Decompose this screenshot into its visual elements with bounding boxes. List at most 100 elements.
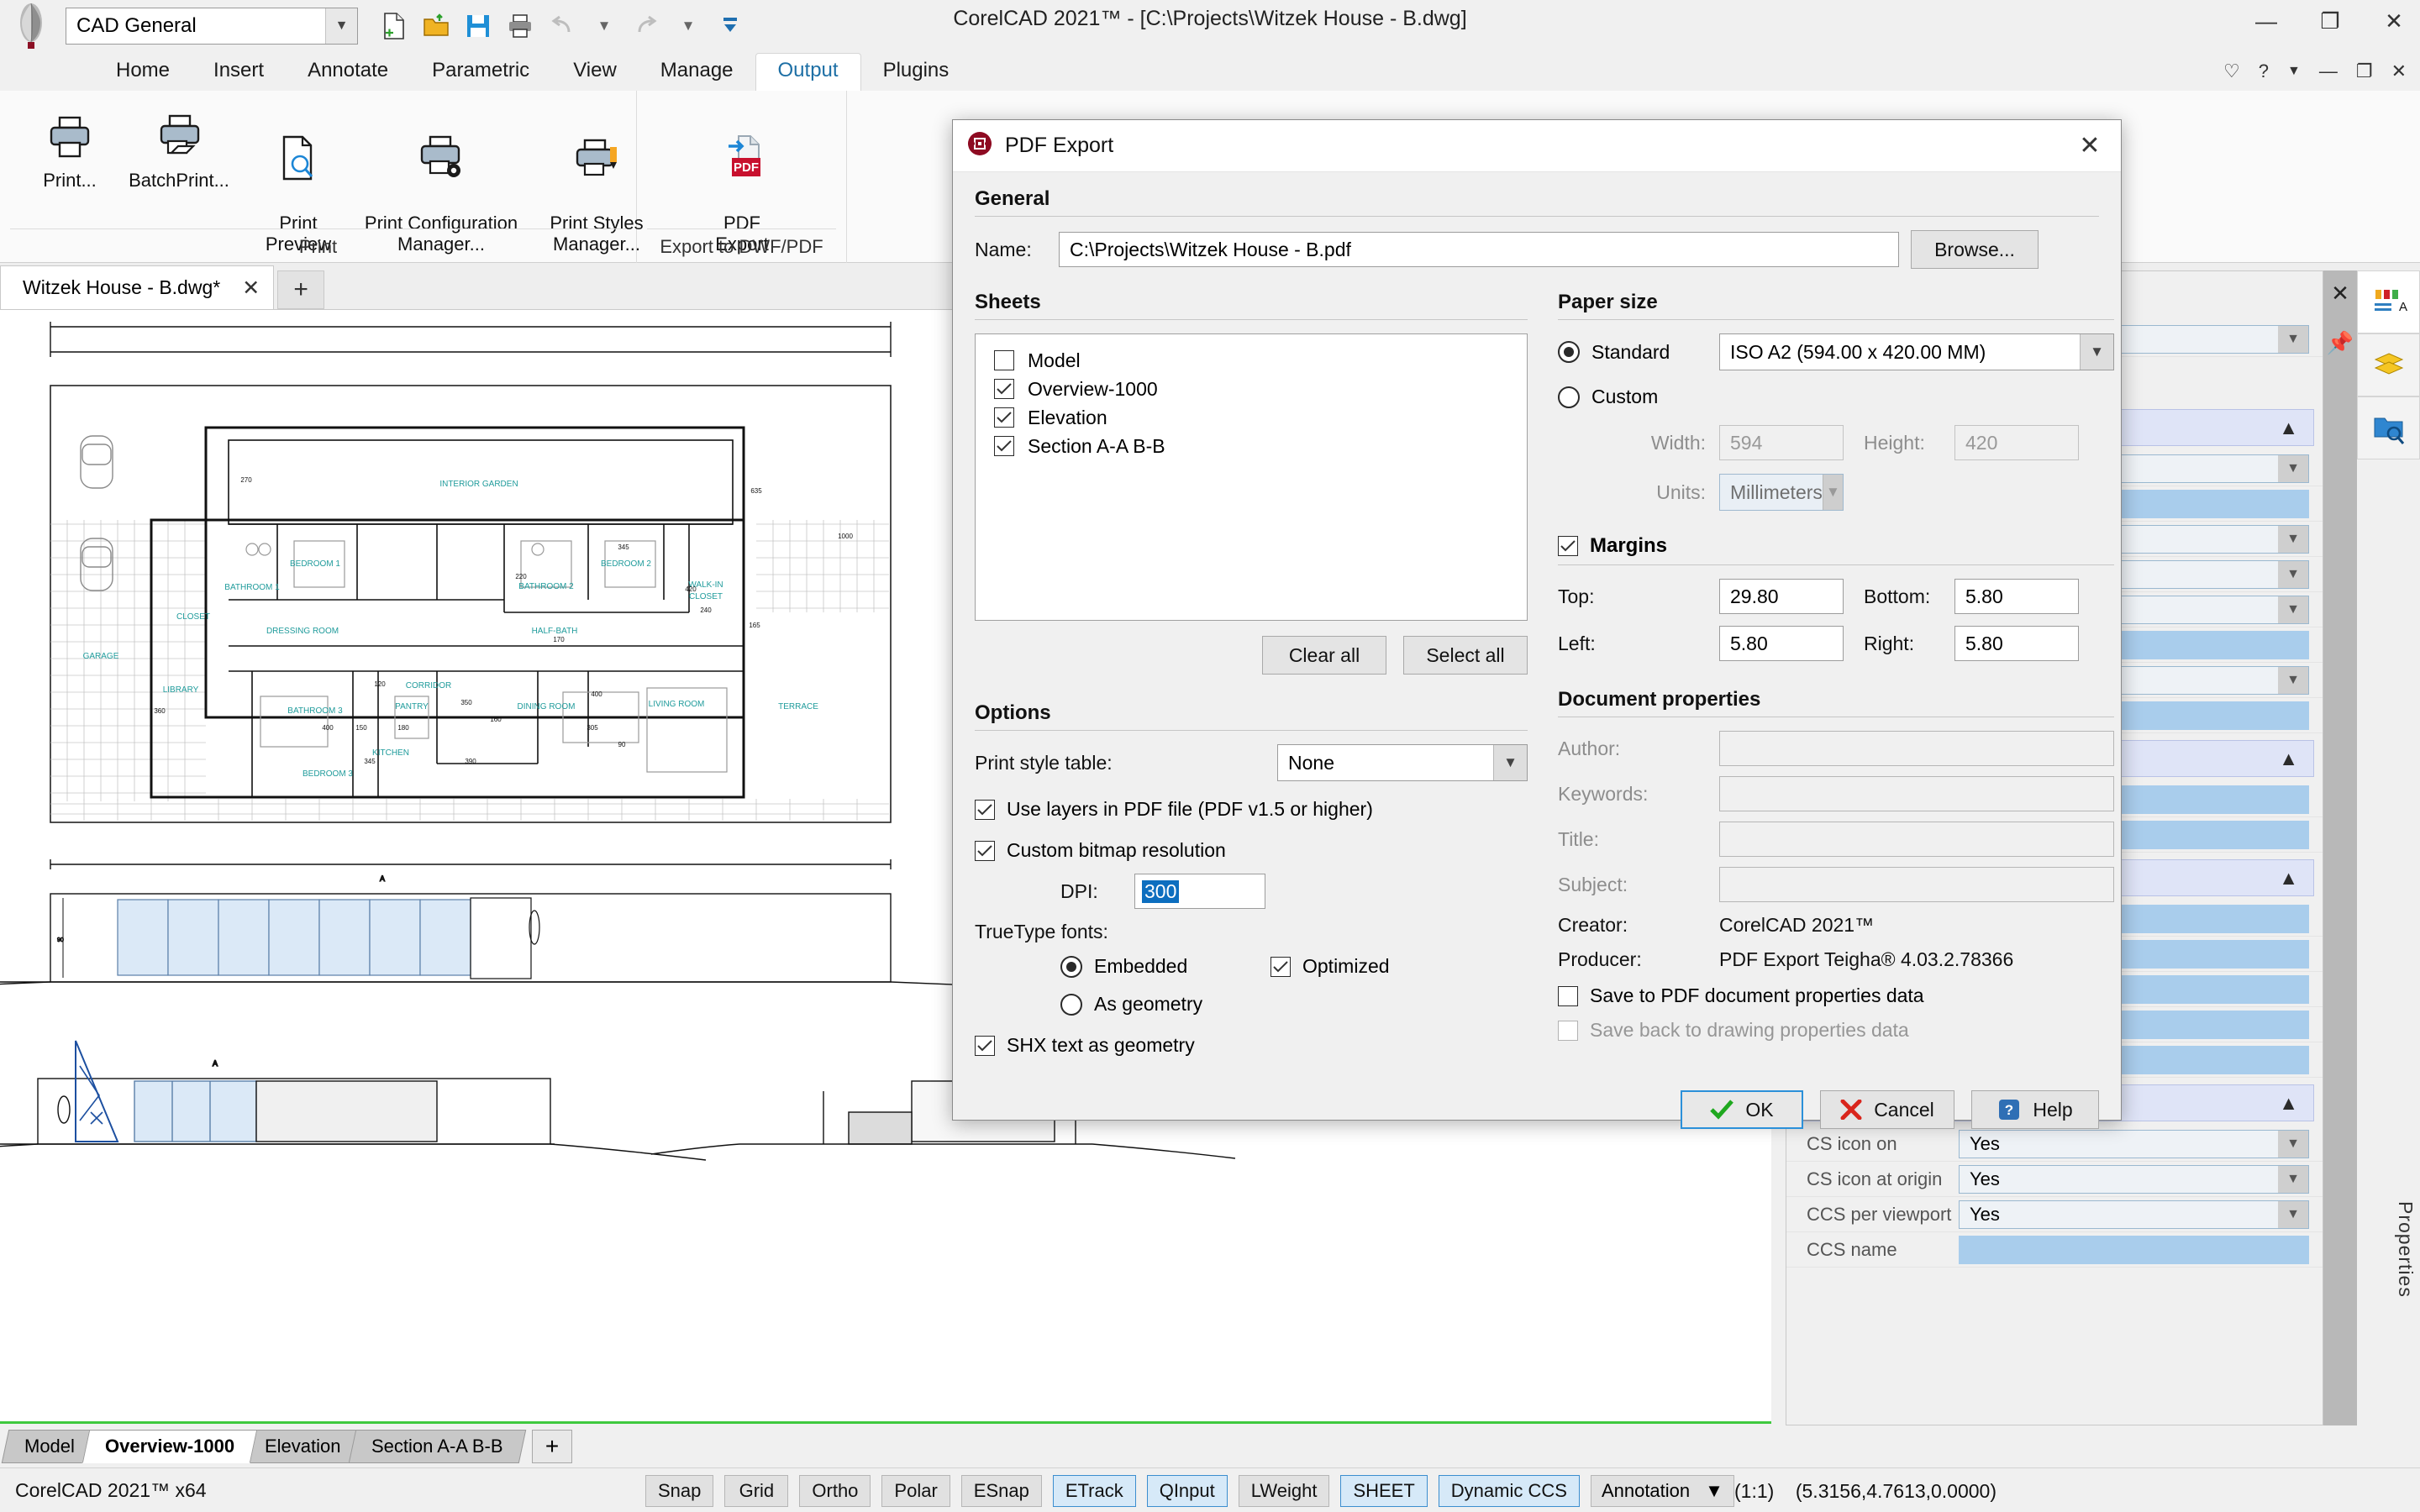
property-row-cs-icon-on[interactable]: CS icon on Yes ▼ xyxy=(1786,1126,2323,1162)
property-row-cs-icon-origin[interactable]: CS icon at origin Yes ▼ xyxy=(1786,1162,2323,1197)
chevron-down-icon[interactable]: ▼ xyxy=(2080,334,2113,370)
checkbox-margins[interactable] xyxy=(1558,536,1578,556)
checkbox-optimized[interactable] xyxy=(1270,956,1291,977)
custom-bitmap-checkbox-row[interactable]: Custom bitmap resolution xyxy=(975,839,1528,862)
collapse-icon[interactable]: ▲ xyxy=(2279,748,2298,770)
chevron-down-icon[interactable]: ▼ xyxy=(2278,1130,2308,1158)
tab-plugins[interactable]: Plugins xyxy=(861,54,971,91)
print-icon[interactable] xyxy=(506,12,534,40)
add-sheet-button[interactable]: + xyxy=(532,1430,573,1463)
checkbox-model[interactable] xyxy=(994,350,1014,370)
close-icon[interactable]: ✕ xyxy=(242,276,260,301)
close-document-button[interactable]: ✕ xyxy=(2391,60,2407,82)
open-folder-icon[interactable] xyxy=(422,12,450,40)
use-layers-checkbox-row[interactable]: Use layers in PDF file (PDF v1.5 or high… xyxy=(975,798,1528,821)
right-margin-input[interactable]: 5.80 xyxy=(1954,626,2079,661)
customize-qat-icon[interactable] xyxy=(716,12,744,40)
property-value[interactable]: Yes ▼ xyxy=(1959,1200,2309,1229)
batch-print-button[interactable]: BatchPrint... xyxy=(116,109,242,191)
checkbox-save-to-pdf[interactable] xyxy=(1558,985,1578,1006)
chevron-down-icon[interactable]: ▼ xyxy=(2278,596,2308,623)
browse-button[interactable]: Browse... xyxy=(1911,230,2039,269)
sheet-list-item-model[interactable]: Model xyxy=(976,346,1527,375)
collapse-icon[interactable]: ▲ xyxy=(2279,417,2298,439)
new-document-button[interactable]: + xyxy=(277,270,325,309)
tab-output[interactable]: Output xyxy=(755,53,861,91)
toggle-esnap[interactable]: ESnap xyxy=(960,1475,1042,1507)
redo-icon[interactable] xyxy=(632,12,660,40)
redo-dropdown-icon[interactable]: ▼ xyxy=(674,12,702,40)
chevron-down-icon[interactable]: ▼ xyxy=(1493,745,1527,780)
workspace-combo[interactable]: CAD General ▼ xyxy=(66,8,358,45)
select-all-button[interactable]: Select all xyxy=(1403,636,1528,675)
sheet-tab-overview-1000[interactable]: Overview-1000 xyxy=(82,1430,258,1463)
toggle-dynamic-ccs[interactable]: Dynamic CCS xyxy=(1438,1475,1580,1507)
checkbox-overview-1000[interactable] xyxy=(994,379,1014,399)
radio-standard-row[interactable]: Standard xyxy=(1558,341,1719,364)
sheet-list-item-overview[interactable]: Overview-1000 xyxy=(976,375,1527,403)
radio-embedded[interactable] xyxy=(1060,955,1082,978)
toggle-sheet[interactable]: SHEET xyxy=(1340,1475,1428,1507)
clear-all-button[interactable]: Clear all xyxy=(1262,636,1386,675)
checkbox-section-aa-bb[interactable] xyxy=(994,436,1014,456)
cancel-button[interactable]: Cancel xyxy=(1820,1090,1954,1129)
margins-checkbox-row[interactable]: Margins xyxy=(1558,534,2114,558)
property-value[interactable]: Yes ▼ xyxy=(1959,1164,2309,1194)
radio-standard[interactable] xyxy=(1558,341,1580,363)
restore-ribbon-button[interactable]: ❐ xyxy=(2356,60,2373,82)
dpi-input[interactable]: 300 xyxy=(1134,874,1265,909)
property-row-ccs-per-viewport[interactable]: CCS per viewport Yes ▼ xyxy=(1786,1197,2323,1232)
undo-dropdown-icon[interactable]: ▼ xyxy=(590,12,618,40)
collapse-icon[interactable]: ▲ xyxy=(2279,867,2298,890)
bottom-margin-input[interactable]: 5.80 xyxy=(1954,579,2079,614)
sheet-tab-elevation[interactable]: Elevation xyxy=(241,1430,364,1463)
chevron-down-icon[interactable]: ▼ xyxy=(2287,64,2301,79)
property-row-ccs-name[interactable]: CCS name xyxy=(1786,1232,2323,1268)
standard-paper-select[interactable]: ISO A2 (594.00 x 420.00 MM) ▼ xyxy=(1719,333,2114,370)
close-panel-icon[interactable]: ✕ xyxy=(2331,281,2349,307)
checkbox-shx-text-as-geometry[interactable] xyxy=(975,1035,995,1056)
toggle-qinput[interactable]: QInput xyxy=(1146,1475,1228,1507)
ok-button[interactable]: OK xyxy=(1681,1090,1803,1129)
chevron-down-icon[interactable]: ▼ xyxy=(2278,325,2308,353)
close-icon[interactable]: ✕ xyxy=(2070,127,2109,165)
checkbox-use-layers[interactable] xyxy=(975,799,995,820)
chevron-down-icon[interactable]: ▼ xyxy=(2278,454,2308,482)
pin-icon[interactable]: 📌 xyxy=(2327,330,2354,356)
toggle-snap[interactable]: Snap xyxy=(645,1475,714,1507)
toggle-grid[interactable]: Grid xyxy=(724,1475,789,1507)
toggle-ortho[interactable]: Ortho xyxy=(799,1475,871,1507)
sheet-list-item-section[interactable]: Section A-A B-B xyxy=(976,432,1527,460)
heart-icon[interactable]: ♡ xyxy=(2223,60,2240,82)
tab-home[interactable]: Home xyxy=(94,54,192,91)
left-margin-input[interactable]: 5.80 xyxy=(1719,626,1844,661)
minimize-ribbon-button[interactable]: — xyxy=(2319,60,2338,82)
save-icon[interactable] xyxy=(464,12,492,40)
print-style-table-select[interactable]: None ▼ xyxy=(1277,744,1528,781)
tab-properties-palette[interactable]: A xyxy=(2357,270,2420,333)
new-file-icon[interactable] xyxy=(380,12,408,40)
tab-layers-palette[interactable] xyxy=(2357,333,2420,396)
radio-custom[interactable] xyxy=(1558,386,1580,408)
tab-annotate[interactable]: Annotate xyxy=(286,54,410,91)
radio-as-geometry[interactable] xyxy=(1060,993,1082,1016)
close-button[interactable]: ✕ xyxy=(2380,7,2408,35)
tab-manage[interactable]: Manage xyxy=(639,54,755,91)
help-icon[interactable]: ? xyxy=(2259,60,2269,82)
print-button[interactable]: Print... xyxy=(15,109,124,191)
checkbox-elevation[interactable] xyxy=(994,407,1014,428)
collapse-icon[interactable]: ▲ xyxy=(2279,1092,2298,1115)
tab-design-resources-palette[interactable] xyxy=(2357,396,2420,459)
chevron-down-icon[interactable]: ▼ xyxy=(325,8,357,44)
chevron-down-icon[interactable]: ▼ xyxy=(2278,666,2308,694)
radio-as-geometry-row[interactable]: As geometry xyxy=(1060,993,1528,1016)
chevron-down-icon[interactable]: ▼ xyxy=(2278,1165,2308,1193)
sheet-tab-section-aa-bb[interactable]: Section A-A B-B xyxy=(348,1430,526,1463)
tab-parametric[interactable]: Parametric xyxy=(410,54,551,91)
shx-checkbox-row[interactable]: SHX text as geometry xyxy=(975,1034,1528,1057)
tab-view[interactable]: View xyxy=(551,54,639,91)
tab-insert[interactable]: Insert xyxy=(192,54,286,91)
optimized-checkbox-row[interactable]: Optimized xyxy=(1270,955,1390,978)
toggle-etrack[interactable]: ETrack xyxy=(1052,1475,1136,1507)
radio-custom-row[interactable]: Custom xyxy=(1558,386,2114,408)
